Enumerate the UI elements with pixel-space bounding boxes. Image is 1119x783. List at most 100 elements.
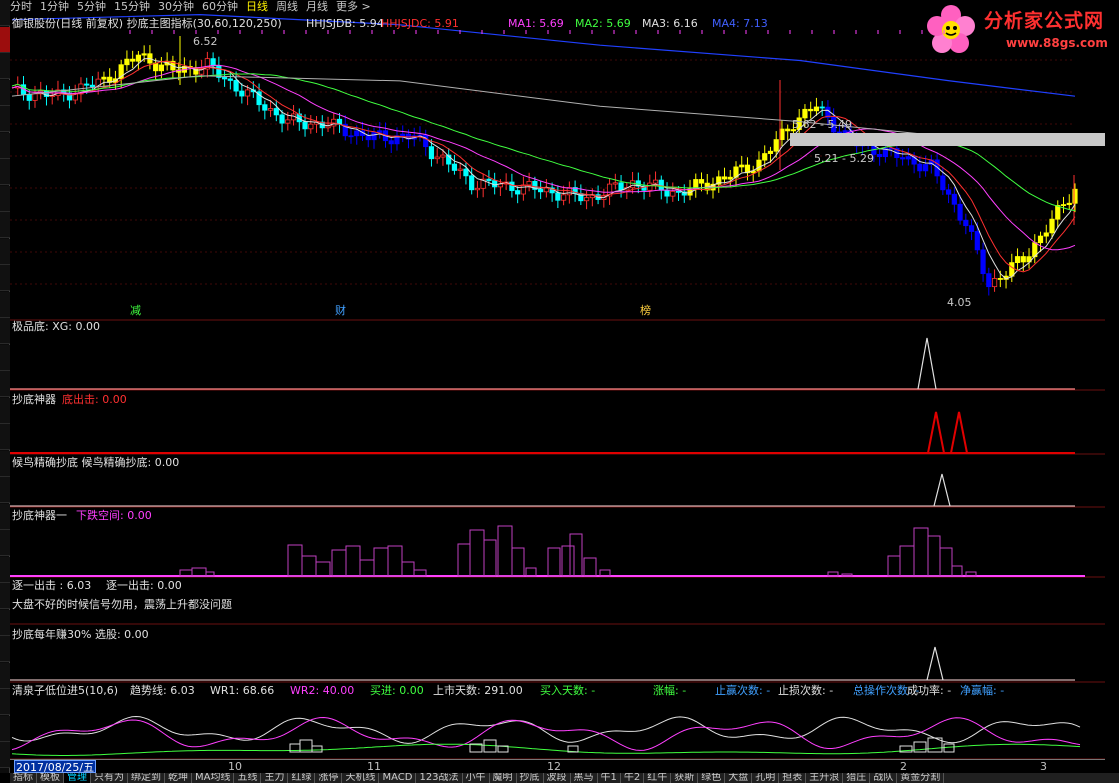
panel3-box-7: [345, 545, 361, 577]
candle-body-41: [244, 89, 251, 97]
panel1-signal: [927, 411, 968, 454]
panel3-box-4: [301, 555, 317, 577]
panel-title-5: 抄底每年赚30% 选股: 0.00: [12, 628, 149, 641]
panel3-box-3: [287, 544, 303, 577]
candle-body-140: [813, 106, 820, 112]
panel-title-1: 抄底神器: [12, 393, 56, 406]
candle-body-66: [388, 140, 394, 145]
panel3-box-11: [401, 561, 415, 577]
candle-body-77: [451, 163, 458, 171]
bottom-tab-16[interactable]: 抄底: [517, 773, 544, 783]
candle-body-167: [968, 225, 975, 232]
date-tick-2: 12: [547, 760, 561, 773]
candle-body-87: [509, 181, 515, 191]
candle-body-62: [365, 135, 371, 141]
panel-stat-5: 买入天数: -: [540, 684, 596, 697]
candle-body-156: [905, 156, 911, 160]
candle-body-179: [1037, 235, 1044, 244]
bottom-tab-18[interactable]: 黑马: [571, 773, 598, 783]
candle-body-40: [239, 90, 245, 97]
panel3-box-9: [373, 547, 389, 577]
bottom-tab-2[interactable]: 管理: [64, 773, 91, 783]
bottom-tab-5[interactable]: 乾坤: [165, 773, 192, 783]
date-tick-0: 10: [228, 760, 242, 773]
panel-stat-10: 成功率: -: [907, 684, 952, 697]
bottom-tab-25[interactable]: 孔明: [752, 773, 780, 783]
panel3-box-22: [583, 557, 597, 577]
bottom-tab-12[interactable]: MACD: [379, 773, 417, 783]
bottom-tab-14[interactable]: 小牛: [463, 773, 490, 783]
panel5-signal: [926, 646, 944, 681]
candle-body-120: [698, 179, 705, 184]
candles: [15, 45, 1078, 296]
candle-body-63: [371, 132, 377, 141]
panel3-box-16: [497, 525, 513, 577]
bottom-tab-4[interactable]: 绑定到: [128, 773, 165, 783]
bottom-tab-10[interactable]: 涨停: [315, 773, 343, 783]
candle-body-183: [1060, 204, 1067, 206]
bottom-tab-29[interactable]: 战队: [870, 773, 898, 783]
bottom-tab-21[interactable]: 红牛: [644, 773, 672, 783]
bottom-tab-3[interactable]: 只有为: [91, 773, 128, 783]
candle-body-44: [262, 104, 268, 111]
panel-stat-0: 趋势线: 6.03: [130, 684, 195, 697]
panel3-box-31: [951, 565, 963, 577]
bottom-tab-0[interactable]: 指标: [10, 773, 37, 783]
bottom-tab-28[interactable]: 猎庄: [843, 773, 871, 783]
candle-body-78: [457, 168, 463, 171]
candle-body-175: [1014, 256, 1021, 264]
candle-body-92: [538, 189, 544, 193]
price-annotation-low: 4.05: [947, 296, 972, 309]
bottom-tab-8[interactable]: 主力: [261, 773, 289, 783]
bottom-tab-9[interactable]: 红绿: [288, 773, 316, 783]
main-indicator-4: MA3: 6.16: [642, 17, 698, 30]
current-date: 2017/08/25/五: [14, 760, 97, 774]
bottom-tab-24[interactable]: 大盘: [725, 773, 753, 783]
candle-body-130: [756, 159, 762, 172]
candle-body-170: [986, 273, 992, 288]
candle-body-16: [101, 76, 107, 80]
bottom-tab-15[interactable]: 魔明: [490, 773, 517, 783]
bottom-tab-1[interactable]: 模板: [37, 773, 64, 783]
candle-body-95: [555, 192, 561, 201]
candle-body-171: [991, 278, 998, 288]
candle-body-155: [900, 157, 906, 160]
bottom-tab-30[interactable]: 黄金分割: [897, 773, 945, 783]
bottom-tab-17[interactable]: 波段: [544, 773, 571, 783]
panel-sub-1: 底出击: 0.00: [62, 393, 127, 406]
bottom-tab-7[interactable]: 五线: [234, 773, 262, 783]
candle-body-166: [963, 219, 969, 227]
bottom-tab-27[interactable]: 主升浪: [806, 773, 844, 783]
wr2-line: [11, 716, 1081, 751]
bottom-tab-23[interactable]: 绿色: [698, 773, 726, 783]
candle-body-127: [739, 164, 745, 168]
resistance-band: [790, 133, 1105, 146]
candle-body-114: [664, 189, 670, 197]
candle-body-180: [1043, 232, 1049, 237]
stock-chart[interactable]: [0, 0, 1105, 760]
panel3-box-6: [331, 549, 347, 577]
candle-body-181: [1049, 218, 1055, 234]
bottom-tab-13[interactable]: 123战法: [416, 773, 463, 783]
panel3-box-29: [927, 535, 941, 577]
candle-body-74: [434, 156, 440, 160]
bottom-tab-26[interactable]: 担表: [779, 773, 807, 783]
bottom-tab-19[interactable]: 牛1: [598, 773, 621, 783]
panel-stat-7: 止赢次数: -: [715, 684, 771, 697]
candle-body-96: [561, 194, 567, 201]
panel-title-0: 极品底: XG: 0.00: [12, 320, 100, 333]
panel3-box-18: [525, 567, 537, 577]
bottom-tab-22[interactable]: 获斯: [671, 773, 699, 783]
panel-stat-8: 止损次数: -: [778, 684, 834, 697]
candle-body-125: [727, 176, 733, 180]
date-tick-4: 3: [1040, 760, 1047, 773]
candle-body-111: [647, 182, 653, 191]
panel-stat-11: 净赢幅: -: [960, 684, 1005, 697]
formula-tabs[interactable]: 指标 模板 管理 只有为 绑定到 乾坤 MA均线 五线 主力 红绿 涨停 天机线 MACD 123战法 小牛…: [10, 773, 1119, 783]
candle-body-172: [997, 278, 1003, 280]
panel3-box-10: [387, 545, 403, 577]
bottom-tab-6[interactable]: MA均线: [192, 773, 235, 783]
bottom-tab-11[interactable]: 天机线: [342, 773, 380, 783]
panel0-signal: [917, 337, 937, 390]
bottom-tab-20[interactable]: 牛2: [621, 773, 645, 783]
